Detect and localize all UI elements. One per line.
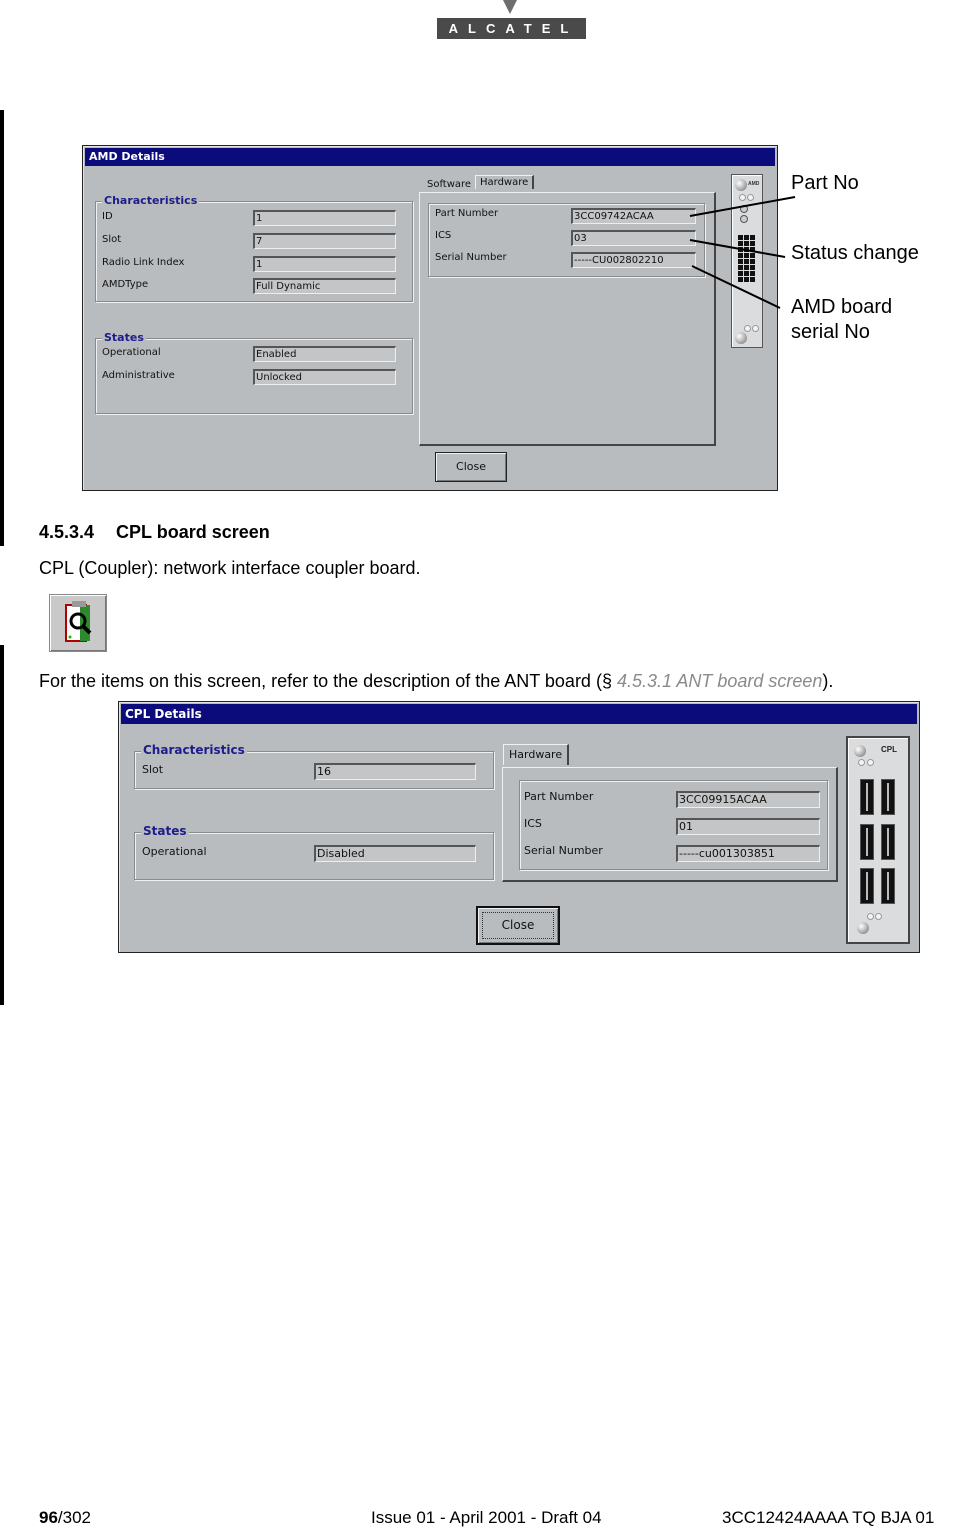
section-intro: CPL (Coupler): network interface coupler… [39, 558, 421, 578]
field-label: ID [102, 211, 113, 222]
callout-line1: AMD board [791, 296, 893, 318]
section-title: CPL board screen [116, 522, 270, 542]
screw-icon [735, 332, 747, 344]
administrative-state-field[interactable]: Unlocked [253, 369, 396, 385]
characteristics-group: Characteristics Slot 16 [134, 743, 494, 789]
hardware-group: Part Number 3CC09915ACAA ICS 01 Serial N… [519, 780, 828, 870]
slot-field[interactable]: 16 [314, 763, 476, 780]
characteristics-group: Characteristics ID 1 Slot 7 Radio Link I… [95, 194, 413, 302]
logo-arrow-icon [503, 0, 517, 14]
ics-field[interactable]: 01 [676, 818, 820, 835]
board-label: AMD [748, 181, 760, 187]
screw-icon [857, 922, 869, 934]
states-group: States Operational Enabled Administrativ… [95, 331, 413, 414]
tab-software[interactable]: Software [427, 179, 471, 190]
issue-info: Issue 01 - April 2001 - Draft 04 [371, 1508, 602, 1527]
change-bar [0, 645, 4, 1005]
refer-paragraph: For the items on this screen, refer to t… [39, 671, 833, 692]
alcatel-logo: ALCATEL [437, 18, 586, 39]
hardware-group: Part Number 3CC09742ACAA ICS 03 Serial N… [428, 203, 705, 277]
field-label: Serial Number [524, 844, 603, 857]
tab-hardware[interactable]: Hardware [475, 175, 535, 189]
group-title: States [141, 824, 189, 838]
connector-icon [881, 824, 895, 860]
document-reference: 3CC12424AAAA TQ BJA 01 [722, 1508, 935, 1527]
tab-hardware[interactable]: Hardware [503, 744, 570, 765]
part-number-field[interactable]: 3CC09915ACAA [676, 791, 820, 808]
serial-number-field[interactable]: -----cu001303851 [676, 845, 820, 862]
serial-number-field[interactable]: -----CU002802210 [571, 252, 696, 268]
cpl-details-dialog: CPL Details Characteristics Slot 16 Stat… [118, 701, 920, 953]
cpl-board-button[interactable] [49, 594, 107, 652]
refer-text-end: ). [822, 671, 834, 691]
callout-part-no: Part No [791, 172, 859, 194]
connector-icon [881, 779, 895, 815]
group-title: States [102, 331, 146, 344]
callout-status-change: Status change [791, 242, 919, 264]
amd-details-dialog: AMD Details Characteristics ID 1 Slot 7 … [82, 145, 778, 491]
field-label: Serial Number [435, 252, 507, 263]
id-field[interactable]: 1 [253, 210, 396, 226]
field-label: Operational [102, 347, 161, 358]
connector-icon [881, 868, 895, 904]
led-icon [752, 325, 759, 332]
field-label: Administrative [102, 370, 175, 381]
radio-link-index-field[interactable]: 1 [253, 256, 396, 272]
hardware-tab-panel: Part Number 3CC09742ACAA ICS 03 Serial N… [419, 192, 716, 446]
callout-line-part-no [689, 196, 796, 217]
group-title: Characteristics [141, 743, 247, 757]
close-button[interactable]: Close [476, 906, 560, 945]
dialog-title: CPL Details [121, 704, 917, 724]
operational-state-field[interactable]: Enabled [253, 346, 396, 362]
refer-text: For the items on this screen, refer to t… [39, 671, 617, 691]
cpl-board-icon [65, 601, 92, 642]
field-label: Radio Link Index [102, 257, 185, 268]
page-total: /302 [57, 1508, 92, 1527]
field-label: ICS [524, 817, 542, 830]
hardware-tab-panel: Part Number 3CC09915ACAA ICS 01 Serial N… [502, 767, 838, 882]
section-heading: 4.5.3.4 CPL board screen [39, 522, 270, 543]
group-title: Characteristics [102, 194, 200, 207]
amd-type-field[interactable]: Full Dynamic [253, 278, 396, 294]
page-number: 96/302 [39, 1508, 91, 1528]
field-label: Part Number [435, 208, 499, 219]
ics-field[interactable]: 03 [571, 230, 696, 246]
callout-serial-no: AMD board serial No [791, 295, 892, 345]
field-label: Part Number [524, 790, 594, 803]
field-label: Slot [102, 234, 122, 245]
led-icon [867, 913, 874, 920]
dialog-title: AMD Details [85, 148, 775, 166]
connector-icon [860, 868, 874, 904]
focus-rectangle [482, 912, 554, 939]
connector-icon [860, 779, 874, 815]
field-label: AMDType [102, 279, 149, 290]
change-bar [0, 110, 4, 546]
cross-reference-link[interactable]: 4.5.3.1 ANT board screen [617, 671, 822, 691]
screw-icon [854, 745, 866, 757]
led-icon [867, 759, 874, 766]
close-button[interactable]: Close [435, 452, 507, 482]
operational-state-field[interactable]: Disabled [314, 845, 476, 862]
field-label: Operational [142, 845, 207, 858]
led-icon [858, 759, 865, 766]
led-icon [875, 913, 882, 920]
connector-icon [860, 824, 874, 860]
field-label: ICS [435, 230, 452, 241]
callout-line-serial-no [691, 265, 781, 309]
cpl-board-image: CPL [846, 736, 910, 944]
callout-line2: serial No [791, 321, 870, 343]
led-icon [744, 325, 751, 332]
callout-line-status-change [689, 239, 786, 258]
part-number-field[interactable]: 3CC09742ACAA [571, 208, 696, 224]
states-group: States Operational Disabled [134, 824, 494, 880]
board-label: CPL [881, 745, 897, 754]
slot-field[interactable]: 7 [253, 233, 396, 249]
field-label: Slot [142, 763, 164, 776]
callout-lines [689, 196, 796, 309]
section-number: 4.5.3.4 [39, 522, 95, 542]
page-current: 96 [39, 1508, 58, 1527]
